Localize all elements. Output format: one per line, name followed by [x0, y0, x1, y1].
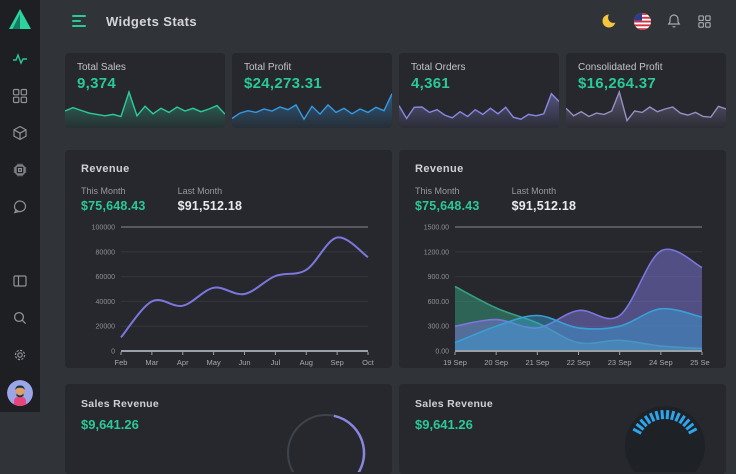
header-icons	[601, 12, 712, 30]
content: Total Sales 9,374 Total Profit $24,273.3…	[40, 36, 736, 474]
svg-text:22 Sep: 22 Sep	[567, 358, 591, 367]
search-icon[interactable]	[12, 310, 28, 326]
this-month-value: $75,648.43	[81, 199, 146, 213]
sidebar-nav	[12, 51, 28, 215]
radial-gauge	[620, 392, 710, 472]
svg-text:23 Sep: 23 Sep	[608, 358, 632, 367]
svg-text:0: 0	[111, 349, 115, 356]
last-month-label: Last Month	[178, 186, 243, 196]
revenue-row: Revenue This Month $75,648.43 Last Month…	[65, 150, 726, 368]
sidebar-bottom	[7, 273, 33, 412]
last-month-value: $91,512.18	[512, 199, 577, 213]
svg-text:900.00: 900.00	[428, 274, 450, 281]
chat-icon[interactable]	[12, 199, 28, 215]
cube-icon[interactable]	[12, 125, 28, 141]
gear-icon[interactable]	[12, 347, 28, 363]
user-avatar[interactable]	[7, 380, 33, 406]
brand-logo[interactable]	[8, 8, 32, 35]
stat-card-row: Total Sales 9,374 Total Profit $24,273.3…	[65, 53, 726, 128]
this-month-label: This Month	[81, 186, 146, 196]
svg-text:Feb: Feb	[115, 358, 128, 367]
svg-text:Sep: Sep	[330, 358, 343, 367]
top-header: Widgets Stats	[40, 0, 736, 36]
card-title: Revenue	[415, 163, 710, 175]
svg-text:40000: 40000	[96, 299, 116, 306]
svg-text:0.00: 0.00	[435, 349, 449, 356]
revenue-summary: This Month $75,648.43 Last Month $91,512…	[81, 186, 376, 213]
card-title: Revenue	[81, 163, 376, 175]
stat-card-total-profit: Total Profit $24,273.31	[232, 53, 392, 128]
revenue-daily-card: Revenue This Month $75,648.43 Last Month…	[399, 150, 726, 368]
revenue-monthly-card: Revenue This Month $75,648.43 Last Month…	[65, 150, 392, 368]
svg-text:20000: 20000	[96, 324, 116, 331]
chip-icon[interactable]	[12, 162, 28, 178]
svg-text:25 Sep: 25 Sep	[690, 358, 710, 367]
moon-theme-icon[interactable]	[601, 12, 619, 30]
hamburger-menu-icon[interactable]	[72, 15, 86, 27]
apps-grid-icon[interactable]	[697, 14, 712, 29]
revenue-daily-area-chart: 0.00 300.00 600.00 900.00 1200.00 1500.00 19 S…	[415, 219, 710, 369]
svg-text:60000: 60000	[96, 274, 116, 281]
svg-text:300.00: 300.00	[428, 324, 450, 331]
svg-text:May: May	[207, 358, 221, 367]
svg-text:1500.00: 1500.00	[424, 225, 449, 232]
svg-text:1200.00: 1200.00	[424, 249, 449, 256]
stat-card-total-sales: Total Sales 9,374	[65, 53, 225, 128]
main-area: Widgets Stats	[40, 0, 736, 474]
consolidated-profit-sparkline	[566, 88, 726, 128]
sales-revenue-row: Sales Revenue $9,641.26 Sales Revenue $9…	[65, 384, 726, 474]
svg-text:Aug: Aug	[300, 358, 313, 367]
stat-label: Total Sales	[65, 53, 225, 73]
revenue-summary: This Month $75,648.43 Last Month $91,512…	[415, 186, 710, 213]
svg-text:19 Sep: 19 Sep	[443, 358, 467, 367]
donut-gauge	[286, 396, 366, 472]
svg-text:21 Sep: 21 Sep	[525, 358, 549, 367]
svg-text:Apr: Apr	[177, 358, 189, 367]
this-month-value: $75,648.43	[415, 199, 480, 213]
last-month-value: $91,512.18	[178, 199, 243, 213]
sidebar	[0, 0, 40, 412]
grid-icon[interactable]	[12, 88, 28, 104]
last-month-label: Last Month	[512, 186, 577, 196]
bell-icon[interactable]	[666, 13, 682, 29]
this-month-label: This Month	[415, 186, 480, 196]
sales-revenue-card-2: Sales Revenue $9,641.26	[399, 384, 726, 474]
svg-text:Mar: Mar	[145, 358, 158, 367]
stat-card-total-orders: Total Orders 4,361	[399, 53, 559, 128]
stat-card-consolidated-profit: Consolidated Profit $16,264.37	[566, 53, 726, 128]
activity-icon[interactable]	[12, 51, 28, 67]
svg-text:Jun: Jun	[238, 358, 250, 367]
sales-revenue-card-1: Sales Revenue $9,641.26	[65, 384, 392, 474]
svg-text:80000: 80000	[96, 249, 116, 256]
svg-text:600.00: 600.00	[428, 299, 450, 306]
svg-text:24 Sep: 24 Sep	[649, 358, 673, 367]
total-profit-sparkline	[232, 88, 392, 128]
stat-label: Total Profit	[232, 53, 392, 73]
stat-label: Total Orders	[399, 53, 559, 73]
stat-label: Consolidated Profit	[566, 53, 726, 73]
total-sales-sparkline	[65, 88, 225, 128]
svg-text:100000: 100000	[92, 225, 115, 232]
us-flag-icon[interactable]	[634, 13, 651, 30]
svg-text:Jul: Jul	[271, 358, 281, 367]
svg-text:20 Sep: 20 Sep	[484, 358, 508, 367]
layout-panel-icon[interactable]	[12, 273, 28, 289]
total-orders-sparkline	[399, 88, 559, 128]
svg-text:Oct: Oct	[362, 358, 375, 367]
revenue-monthly-line-chart: 0 20000 40000 60000 80000 100000 Feb Mar Apr May J…	[81, 219, 376, 369]
page-title: Widgets Stats	[106, 14, 197, 29]
